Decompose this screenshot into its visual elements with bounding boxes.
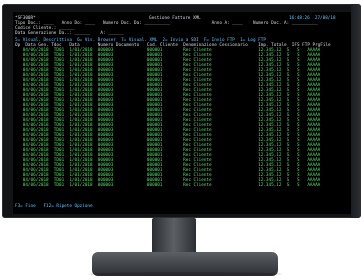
- monitor-bezel: [351, 4, 361, 218]
- stand-shadow: [88, 272, 282, 276]
- filter-line-3[interactable]: Data Generazione Da..: ______ A: ______: [15, 31, 124, 36]
- function-keys-footer[interactable]: F3= Fine F12= Ripete Opzione: [15, 204, 93, 209]
- monitor: *SF300R* Gestione Fatture XML 16:48:26 2…: [2, 4, 361, 218]
- table-row[interactable]: 04/06/2018 TD01 1/01/2018 000003 000001 …: [15, 183, 321, 188]
- terminal-screen: *SF300R* Gestione Fatture XML 16:48:26 2…: [13, 12, 351, 214]
